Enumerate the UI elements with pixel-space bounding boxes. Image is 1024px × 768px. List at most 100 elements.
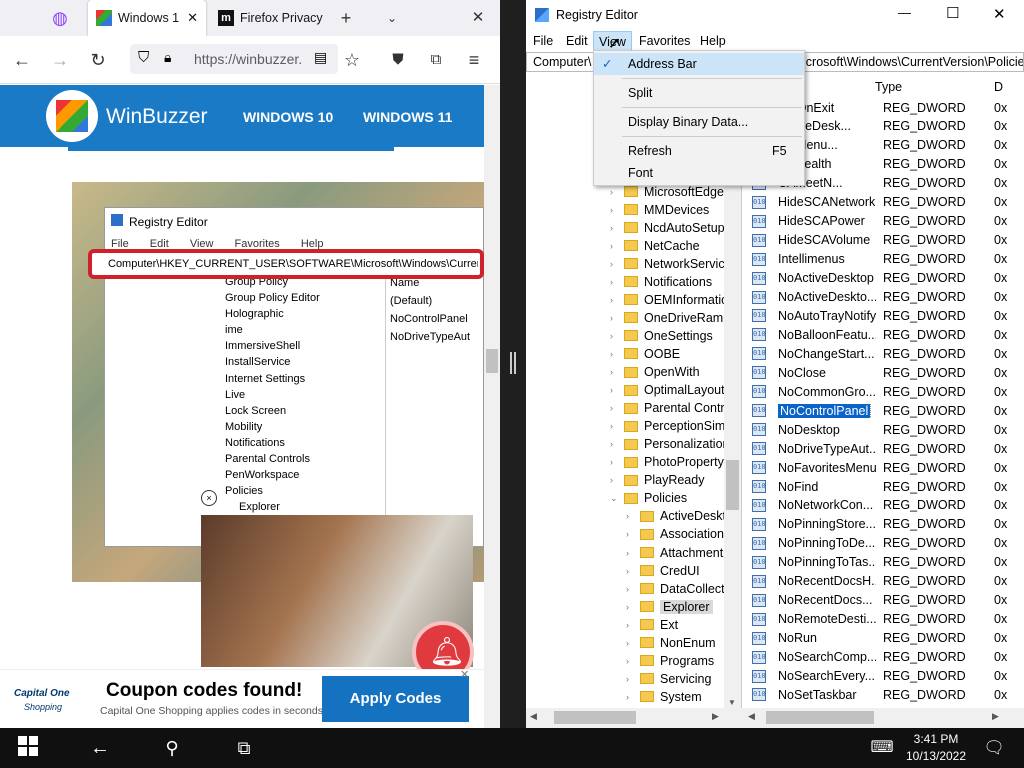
expand-chevron-icon[interactable]: › xyxy=(626,511,636,521)
pocket-icon[interactable]: ⛊ xyxy=(386,48,410,72)
tree-node[interactable]: › MMDevices xyxy=(610,200,709,219)
bookmark-star-icon[interactable]: ☆ xyxy=(340,48,364,72)
apply-codes-button[interactable]: Apply Codes xyxy=(322,676,469,722)
tree-scrollbar-thumb[interactable] xyxy=(726,460,739,510)
value-row[interactable]: 010 NoActiveDesktop REG_DWORD 0x xyxy=(752,269,1024,288)
scrollbar-thumb[interactable] xyxy=(486,349,498,373)
value-row[interactable]: 010 NoSearchComp... REG_DWORD 0x xyxy=(752,648,1024,667)
value-row[interactable]: 010 NoRecentDocs... REG_DWORD 0x xyxy=(752,591,1024,610)
extensions-icon[interactable]: ⧉ xyxy=(424,48,448,72)
expand-chevron-icon[interactable]: › xyxy=(610,475,620,485)
expand-chevron-icon[interactable]: › xyxy=(610,421,620,431)
expand-chevron-icon[interactable]: › xyxy=(626,584,636,594)
tree-node[interactable]: › Notifications xyxy=(610,272,712,291)
menu-help[interactable]: Help xyxy=(700,34,726,48)
value-row[interactable]: 010 NoRun REG_DWORD 0x xyxy=(752,629,1024,648)
tab-firefox-privacy[interactable]: m Firefox Privacy xyxy=(212,0,330,36)
tree-node[interactable]: › Ext xyxy=(626,615,678,634)
expand-chevron-icon[interactable]: › xyxy=(610,349,620,359)
value-row[interactable]: 010 NoCommonGro... REG_DWORD 0x xyxy=(752,382,1024,401)
tree-node[interactable]: ⌄ Policies xyxy=(610,489,687,508)
menu-item-refresh[interactable]: Refresh F5 xyxy=(594,140,804,162)
minimize-button[interactable]: — xyxy=(898,5,911,20)
value-row[interactable]: 010 HideSCAPower REG_DWORD 0x xyxy=(752,212,1024,231)
value-row[interactable]: 010 NoDriveTypeAut... REG_DWORD 0x xyxy=(752,439,1024,458)
value-row[interactable]: 010 NoFind REG_DWORD 0x xyxy=(752,477,1024,496)
column-header-type[interactable]: Type xyxy=(875,80,902,94)
value-row[interactable]: 010 NoControlPanel REG_DWORD 0x xyxy=(752,401,1024,420)
value-row[interactable]: 010 NoActiveDeskto... REG_DWORD 0x xyxy=(752,288,1024,307)
value-row[interactable]: 010 NoPinningStore... REG_DWORD 0x xyxy=(752,515,1024,534)
ad-close-icon[interactable]: ✕ xyxy=(460,668,469,681)
new-tab-icon[interactable]: + xyxy=(334,6,358,30)
reader-view-icon[interactable]: ▤ xyxy=(314,49,327,66)
tree-hscroll-thumb[interactable] xyxy=(554,711,636,724)
value-row[interactable]: 010 NoDesktop REG_DWORD 0x xyxy=(752,420,1024,439)
list-hscroll-thumb[interactable] xyxy=(766,711,874,724)
expand-chevron-icon[interactable]: › xyxy=(610,439,620,449)
menu-favorites[interactable]: Favorites xyxy=(639,34,690,48)
lock-icon[interactable]: 🔒︎ xyxy=(164,49,171,66)
firefox-view-icon[interactable]: ◍ xyxy=(48,6,72,30)
scroll-down-icon[interactable]: ▼ xyxy=(728,698,736,707)
close-icon[interactable]: ✕ xyxy=(187,10,198,26)
menu-item-split[interactable]: Split xyxy=(594,82,804,104)
system-clock[interactable]: 3:41 PM 10/13/2022 xyxy=(894,731,978,765)
value-row[interactable]: 010 NoPinningToDe... REG_DWORD 0x xyxy=(752,534,1024,553)
value-row[interactable]: 010 NoNetworkCon... REG_DWORD 0x xyxy=(752,496,1024,515)
expand-chevron-icon[interactable]: › xyxy=(626,620,636,630)
tree-node[interactable]: › Associations xyxy=(626,525,730,544)
value-row[interactable]: 010 NoFavoritesMenu REG_DWORD 0x xyxy=(752,458,1024,477)
value-row[interactable]: 010 Intellimenus REG_DWORD 0x xyxy=(752,250,1024,269)
close-button[interactable]: ✕ xyxy=(993,5,1006,23)
tree-node[interactable]: › OneSettings xyxy=(610,326,713,345)
expand-chevron-icon[interactable]: › xyxy=(626,674,636,684)
expand-chevron-icon[interactable]: › xyxy=(610,313,620,323)
expand-chevron-icon[interactable]: › xyxy=(610,205,620,215)
tree-node[interactable]: › OptimalLayout xyxy=(610,381,725,400)
expand-chevron-icon[interactable]: › xyxy=(626,656,636,666)
horizontal-scrollbars[interactable]: ◀ ▶ ◀ ▶ xyxy=(526,708,1024,728)
menu-item-font[interactable]: Font xyxy=(594,162,804,184)
tree-node[interactable]: › NcdAutoSetup xyxy=(610,218,725,237)
close-video-icon[interactable]: × xyxy=(201,490,217,506)
tree-node[interactable]: › System xyxy=(626,687,702,706)
tree-node[interactable]: › Programs xyxy=(626,651,714,670)
value-row[interactable]: 010 HideSCANetwork REG_DWORD 0x xyxy=(752,193,1024,212)
tree-node[interactable]: › CredUI xyxy=(626,561,700,580)
expand-chevron-icon[interactable]: › xyxy=(626,548,636,558)
maximize-button[interactable]: ☐ xyxy=(946,4,959,22)
menu-icon[interactable]: ≡ xyxy=(462,48,486,72)
value-row[interactable]: 010 NoRemoteDesti... REG_DWORD 0x xyxy=(752,610,1024,629)
menu-item-address-bar[interactable]: ✓ Address Bar xyxy=(594,53,804,75)
expand-chevron-icon[interactable]: › xyxy=(610,259,620,269)
reload-icon[interactable]: ↻ xyxy=(86,48,110,72)
value-row[interactable]: 010 NoClose REG_DWORD 0x xyxy=(752,363,1024,382)
expand-chevron-icon[interactable]: › xyxy=(626,602,636,612)
tree-node[interactable]: › NonEnum xyxy=(626,633,716,652)
close-window-icon[interactable]: ✕ xyxy=(466,6,490,30)
tree-node[interactable]: › Explorer xyxy=(626,597,713,616)
divider-handle[interactable] xyxy=(510,352,516,374)
tree-node[interactable]: › NetworkService xyxy=(610,254,732,273)
tree-node[interactable]: › PhotoPropertyH xyxy=(610,453,733,472)
expand-chevron-icon[interactable]: › xyxy=(610,223,620,233)
url-bar[interactable]: ⛉ 🔒︎ https://winbuzzer. ▤ xyxy=(130,44,338,74)
expand-chevron-icon[interactable]: › xyxy=(610,367,620,377)
collapse-chevron-icon[interactable]: ⌄ xyxy=(610,493,620,504)
expand-chevron-icon[interactable]: › xyxy=(626,692,636,702)
value-row[interactable]: 010 NoAutoTrayNotify REG_DWORD 0x xyxy=(752,306,1024,325)
expand-chevron-icon[interactable]: › xyxy=(610,241,620,251)
page-scrollbar[interactable] xyxy=(484,85,500,728)
keyboard-icon[interactable]: ⌨ xyxy=(870,736,894,760)
tree-node[interactable]: › ActiveDeskto xyxy=(626,507,733,526)
expand-chevron-icon[interactable]: › xyxy=(610,187,620,197)
menu-item-display-binary-data[interactable]: Display Binary Data... xyxy=(594,111,804,133)
value-row[interactable]: 010 HideSCAVolume REG_DWORD 0x xyxy=(752,231,1024,250)
chevron-down-icon[interactable]: ⌄ xyxy=(380,6,404,30)
tree-node[interactable]: › NetCache xyxy=(610,236,700,255)
column-header-data[interactable]: D xyxy=(994,80,1003,94)
tree-node[interactable]: › OEMInformatic xyxy=(610,290,727,309)
scroll-right-icon[interactable]: ▶ xyxy=(712,711,719,722)
menu-edit[interactable]: Edit xyxy=(566,34,588,48)
